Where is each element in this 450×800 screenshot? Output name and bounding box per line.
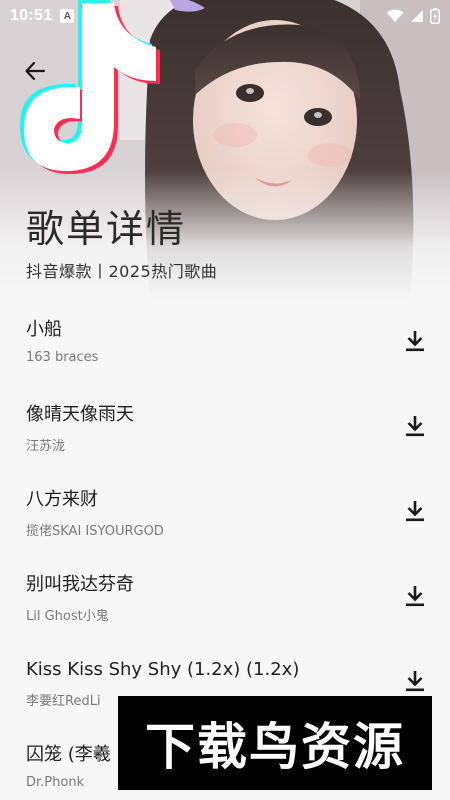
song-title: 别叫我达芬奇 bbox=[26, 574, 134, 595]
download-button[interactable] bbox=[402, 583, 428, 609]
wifi-icon bbox=[386, 9, 404, 22]
watermark-banner: 下载鸟资源 bbox=[118, 696, 432, 790]
status-icons bbox=[386, 8, 440, 24]
status-bar: 10:51 A bbox=[0, 0, 450, 32]
song-item[interactable]: 像晴天像雨天 汪苏泷 bbox=[0, 385, 450, 470]
signal-icon bbox=[411, 10, 423, 22]
song-artist: 揽佬SKAI ISYOURGOD bbox=[26, 524, 164, 539]
back-arrow-icon bbox=[25, 61, 46, 81]
song-item[interactable]: 别叫我达芬奇 Lil Ghost小鬼 bbox=[0, 555, 450, 640]
song-artist: 汪苏泷 bbox=[26, 439, 66, 454]
download-button[interactable] bbox=[402, 668, 428, 694]
song-item[interactable]: 八方来财 揽佬SKAI ISYOURGOD bbox=[0, 470, 450, 555]
download-icon bbox=[406, 501, 424, 522]
song-item[interactable]: 小船 163 braces bbox=[0, 300, 450, 385]
song-title: 像晴天像雨天 bbox=[26, 404, 134, 425]
playlist-subtitle: 抖音爆款丨2025热门歌曲 bbox=[26, 262, 218, 281]
notification-icon: A bbox=[60, 9, 75, 23]
download-icon bbox=[406, 331, 424, 352]
battery-icon bbox=[430, 8, 440, 24]
song-artist: 163 braces bbox=[26, 350, 99, 365]
download-icon bbox=[406, 416, 424, 437]
download-button[interactable] bbox=[402, 328, 428, 354]
download-icon bbox=[406, 671, 424, 692]
download-button[interactable] bbox=[402, 413, 428, 439]
page-title: 歌单详情 bbox=[26, 207, 187, 251]
watermark-text: 下载鸟资源 bbox=[145, 718, 405, 776]
download-icon bbox=[406, 586, 424, 607]
song-title: 小船 bbox=[26, 319, 62, 340]
song-artist: Lil Ghost小鬼 bbox=[26, 609, 109, 624]
status-time: 10:51 bbox=[10, 7, 53, 24]
download-button[interactable] bbox=[402, 498, 428, 524]
song-title: Kiss Kiss Shy Shy (1.2x) (1.2x) bbox=[26, 659, 300, 680]
back-button[interactable] bbox=[18, 54, 52, 88]
playlist-cover-banner bbox=[0, 0, 450, 300]
song-title: 八方来财 bbox=[26, 489, 98, 510]
